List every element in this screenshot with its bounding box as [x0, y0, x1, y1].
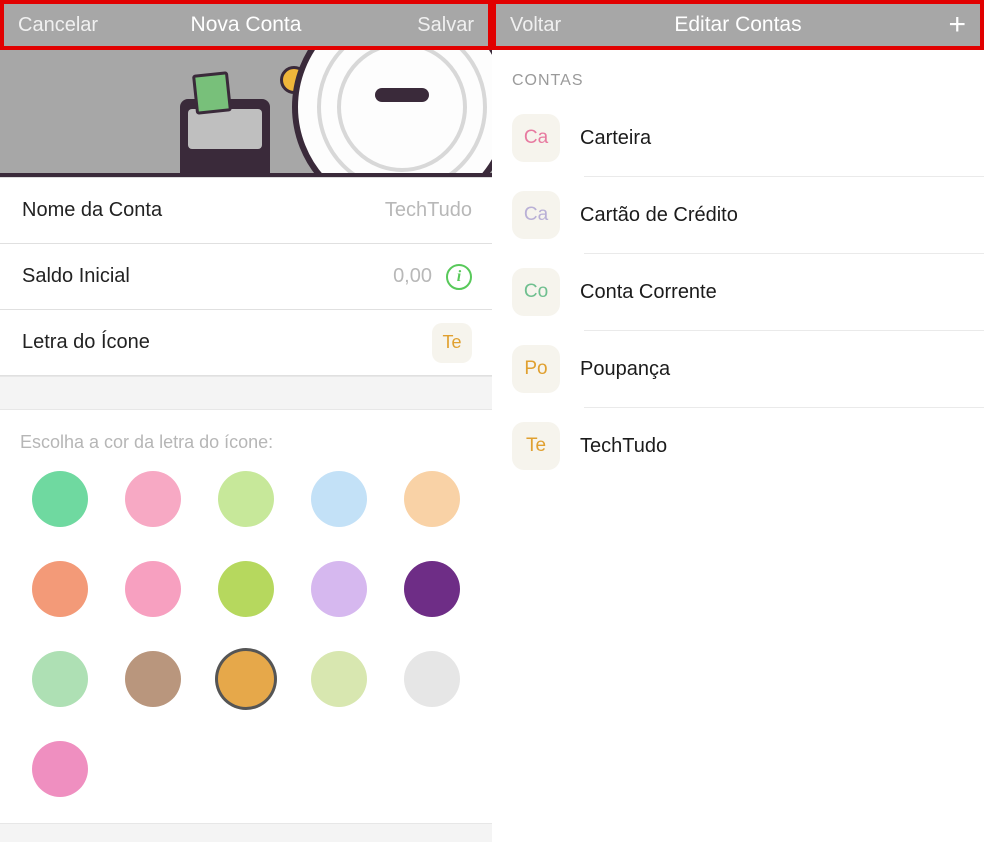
color-swatch[interactable] — [125, 471, 181, 527]
color-swatch[interactable] — [404, 651, 460, 707]
edit-accounts-pane: Voltar Editar Contas + CONTAS Ca Carteira… — [492, 0, 984, 842]
account-name: Poupança — [580, 350, 964, 389]
account-badge: Te — [512, 422, 560, 470]
accounts-list: Ca Carteira Ca Cartão de Crédito Co Conta Cor… — [492, 100, 984, 484]
icon-letter-badge[interactable]: Te — [432, 323, 472, 363]
account-name-label: Nome da Conta — [22, 199, 162, 222]
icon-letter-label: Letra do Ícone — [22, 331, 150, 354]
color-picker-title: Escolha a cor da letra do ícone: — [0, 410, 492, 459]
account-row[interactable]: Ca Carteira — [492, 100, 984, 176]
account-name: Cartão de Crédito — [580, 196, 964, 235]
account-row[interactable]: Ca Cartão de Crédito — [492, 177, 984, 253]
color-swatch[interactable] — [311, 651, 367, 707]
color-swatch[interactable] — [311, 561, 367, 617]
bottom-spacer — [0, 823, 492, 842]
color-swatch[interactable] — [218, 561, 274, 617]
info-icon[interactable]: i — [446, 264, 472, 290]
color-swatch-grid — [0, 459, 492, 823]
add-account-button[interactable]: + — [948, 10, 966, 40]
safe-illustration — [292, 50, 492, 178]
section-spacer — [0, 376, 492, 410]
cancel-button[interactable]: Cancelar — [18, 14, 98, 37]
color-swatch[interactable] — [404, 561, 460, 617]
account-badge: Co — [512, 268, 560, 316]
account-name-input[interactable] — [312, 199, 472, 222]
account-name: Conta Corrente — [580, 273, 964, 312]
color-swatch[interactable] — [218, 471, 274, 527]
color-swatch[interactable] — [311, 471, 367, 527]
color-swatch[interactable] — [32, 561, 88, 617]
color-swatch[interactable] — [125, 651, 181, 707]
initial-balance-label: Saldo Inicial — [22, 265, 130, 288]
color-swatch[interactable] — [32, 471, 88, 527]
account-name: TechTudo — [580, 427, 964, 466]
color-swatch[interactable] — [404, 471, 460, 527]
back-button[interactable]: Voltar — [510, 14, 561, 37]
new-account-pane: Cancelar Nova Conta Salvar Nome da Conta — [0, 0, 492, 842]
account-row[interactable]: Po Poupança — [492, 331, 984, 407]
account-form: Nome da Conta Saldo Inicial i Letra do Í… — [0, 178, 492, 376]
color-swatch[interactable] — [32, 651, 88, 707]
accounts-section-header: CONTAS — [492, 50, 984, 100]
color-swatch[interactable] — [218, 651, 274, 707]
navbar-new-account: Cancelar Nova Conta Salvar — [0, 0, 492, 50]
account-row[interactable]: Co Conta Corrente — [492, 254, 984, 330]
initial-balance-row[interactable]: Saldo Inicial i — [0, 244, 492, 310]
account-badge: Po — [512, 345, 560, 393]
save-button[interactable]: Salvar — [417, 14, 474, 37]
navbar-title: Editar Contas — [496, 13, 980, 37]
wallet-illustration — [180, 99, 270, 178]
color-swatch[interactable] — [125, 561, 181, 617]
navbar-edit-accounts: Voltar Editar Contas + — [492, 0, 984, 50]
account-name-row[interactable]: Nome da Conta — [0, 178, 492, 244]
color-swatch[interactable] — [32, 741, 88, 797]
initial-balance-input[interactable] — [272, 265, 432, 288]
icon-letter-row[interactable]: Letra do Ícone Te — [0, 310, 492, 376]
account-row[interactable]: Te TechTudo — [492, 408, 984, 484]
account-badge: Ca — [512, 114, 560, 162]
account-name: Carteira — [580, 119, 964, 158]
account-badge: Ca — [512, 191, 560, 239]
hero-illustration — [0, 50, 492, 178]
